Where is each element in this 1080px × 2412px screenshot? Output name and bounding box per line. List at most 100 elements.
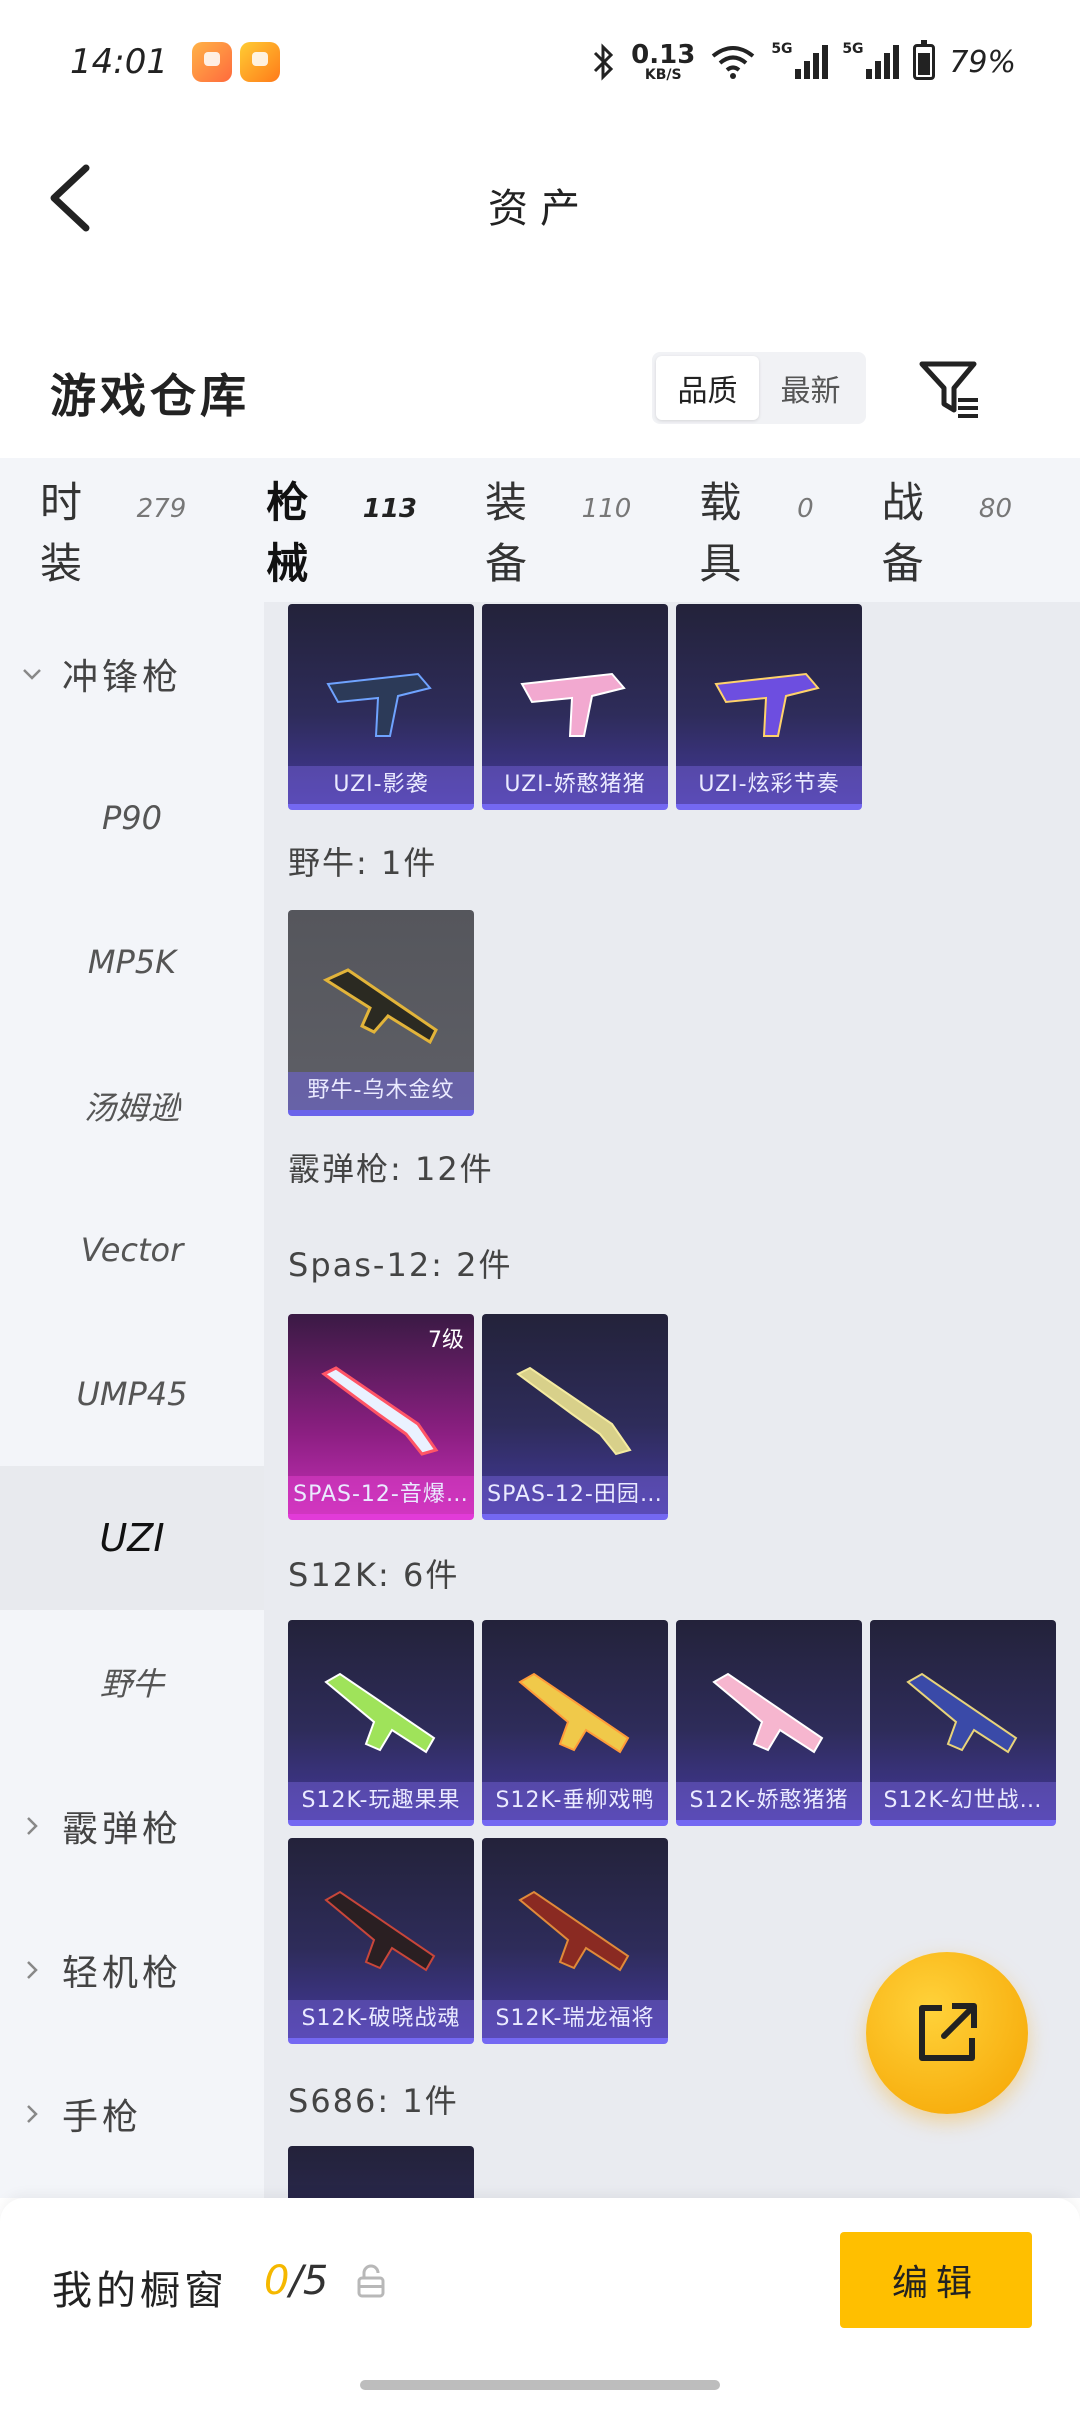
warehouse-header: 游戏仓库 品质 最新 xyxy=(0,320,1080,450)
bluetooth-icon xyxy=(594,43,614,81)
weapon-name: SPAS-12-音爆… xyxy=(288,1476,474,1514)
weapon-name: SPAS-12-田园… xyxy=(482,1476,668,1514)
weapon-name: 野牛-乌木金纹 xyxy=(288,1072,474,1110)
weapon-name: S12K-幻世战… xyxy=(870,1782,1056,1820)
smg-icon xyxy=(714,672,820,737)
sidebar-group-pistol[interactable]: 手枪 xyxy=(0,2042,264,2186)
sidebar-item-label: 轻机枪 xyxy=(62,1953,183,1994)
tab-count: 113 xyxy=(362,494,418,524)
tab-count: 110 xyxy=(581,494,632,524)
page-title: 资产 xyxy=(488,186,592,232)
battery-percent: 79% xyxy=(949,44,1016,80)
tab-fashion[interactable]: 时装 279 xyxy=(40,469,186,591)
sidebar-item-vector[interactable]: Vector xyxy=(0,1178,264,1322)
game-app-icon xyxy=(239,42,280,82)
sidebar-item-bison[interactable]: 野牛 xyxy=(0,1610,264,1754)
chevron-down-icon xyxy=(23,669,41,680)
weapon-card[interactable]: S12K-娇憨猪猪 xyxy=(676,1620,862,1826)
shotgun-icon xyxy=(516,1366,632,1456)
weapon-card[interactable]: UZI-娇憨猪猪 xyxy=(482,604,668,810)
sidebar-item-label: MP5K xyxy=(87,943,177,981)
rifle-icon xyxy=(712,1672,824,1754)
weapon-card[interactable]: SPAS-12-田园… xyxy=(482,1314,668,1520)
weapon-card[interactable]: S12K-玩趣果果 xyxy=(288,1620,474,1826)
tab-equipment[interactable]: 装备 110 xyxy=(485,469,631,591)
weapon-card[interactable]: S12K-瑞龙福将 xyxy=(482,1838,668,2044)
rifle-icon xyxy=(518,1890,630,1972)
section-label-s12k: S12K: 6件 xyxy=(288,1556,460,1594)
nav-header: 资产 xyxy=(0,124,1080,274)
sort-toggle: 品质 最新 xyxy=(652,352,866,424)
weapon-name: UZI-影袭 xyxy=(288,766,474,804)
tab-label: 装备 xyxy=(485,478,534,588)
signal-icon: 5G xyxy=(771,41,829,79)
sidebar-item-mp5k[interactable]: MP5K xyxy=(0,890,264,1034)
sidebar-item-label: Vector xyxy=(80,1231,184,1269)
tab-supplies[interactable]: 战备 80 xyxy=(882,469,1012,591)
showcase-total: /5 xyxy=(289,2258,329,2304)
status-time: 14:01 xyxy=(70,42,168,82)
tab-label: 枪械 xyxy=(266,478,315,588)
sidebar-item-p90[interactable]: P90 xyxy=(0,746,264,890)
sidebar-item-thompson[interactable]: 汤姆逊 xyxy=(0,1034,264,1178)
weapon-name: UZI-炫彩节奏 xyxy=(676,766,862,804)
weapon-card[interactable] xyxy=(288,2146,474,2198)
showcase-current: 0 xyxy=(264,2258,290,2304)
chevron-right-icon xyxy=(27,2105,38,2123)
status-icons: 0.13 KB/S 5G 5G 79% xyxy=(591,40,1016,83)
signal-label-2: 5G xyxy=(842,41,864,57)
signal-label: 5G xyxy=(771,41,793,57)
weapon-name: S12K-破晓战魂 xyxy=(288,2000,474,2038)
weapon-card[interactable]: 野牛-乌木金纹 xyxy=(288,910,474,1116)
weapon-card[interactable]: UZI-炫彩节奏 xyxy=(676,604,862,810)
status-bar: 14:01 0.13 KB/S 5G 5G 79% xyxy=(0,0,1080,124)
showcase-title: 我的橱窗 xyxy=(52,2268,228,2314)
section-label-bison: 野牛: 1件 xyxy=(288,844,438,882)
sort-quality-button[interactable]: 品质 xyxy=(656,356,759,420)
sidebar-item-ump45[interactable]: UMP45 xyxy=(0,1322,264,1466)
weapon-name: S12K-玩趣果果 xyxy=(288,1782,474,1820)
showcase-count: 0/5 xyxy=(264,2258,328,2304)
smg-icon xyxy=(520,672,626,737)
chevron-right-icon xyxy=(27,1817,38,1835)
tab-vehicles[interactable]: 载具 0 xyxy=(699,469,813,591)
net-speed-unit: KB/S xyxy=(644,67,682,83)
weapon-card[interactable]: S12K-破晓战魂 xyxy=(288,1838,474,2044)
rifle-icon xyxy=(324,1672,436,1754)
smg-icon xyxy=(326,672,432,737)
share-button[interactable] xyxy=(866,1952,1028,2114)
weapon-level: 7级 xyxy=(428,1328,464,1353)
sidebar-group-lmg[interactable]: 轻机枪 xyxy=(0,1898,264,2042)
tab-guns[interactable]: 枪械 113 xyxy=(266,469,418,627)
sidebar-item-label: UZI xyxy=(99,1516,165,1560)
home-indicator[interactable] xyxy=(360,2380,720,2390)
signal-icon-2: 5G xyxy=(842,41,900,79)
weapon-card[interactable]: S12K-垂柳戏鸭 xyxy=(482,1620,668,1826)
warehouse-title: 游戏仓库 xyxy=(50,369,250,423)
weapon-name: S12K-垂柳戏鸭 xyxy=(482,1782,668,1820)
sidebar-item-label: 汤姆逊 xyxy=(83,1089,180,1127)
weapon-card[interactable]: UZI-影袭 xyxy=(288,604,474,810)
sidebar-item-label: 霰弹枪 xyxy=(62,1809,183,1850)
filter-icon[interactable] xyxy=(918,358,982,422)
shotgun-icon xyxy=(321,1366,439,1456)
sidebar-group-smg[interactable]: 冲锋枪 xyxy=(0,602,264,746)
weapon-name: UZI-娇憨猪猪 xyxy=(482,766,668,804)
tab-count: 0 xyxy=(797,494,814,524)
tab-label: 战备 xyxy=(881,478,930,588)
section-label-shotgun: 霰弹枪: 12件 xyxy=(288,1150,494,1188)
weapon-card[interactable]: 7级 SPAS-12-音爆… xyxy=(288,1314,474,1520)
wifi-icon xyxy=(712,46,755,79)
sidebar-item-uzi[interactable]: UZI xyxy=(0,1466,264,1610)
rifle-icon xyxy=(324,1890,436,1972)
sidebar-item-label: UMP45 xyxy=(76,1375,188,1413)
section-label-s686: S686: 1件 xyxy=(288,2082,459,2120)
sidebar-group-shotgun[interactable]: 霰弹枪 xyxy=(0,1754,264,1898)
edit-button[interactable]: 编辑 xyxy=(840,2232,1032,2328)
tab-count: 279 xyxy=(136,494,187,524)
weapon-card[interactable]: S12K-幻世战… xyxy=(870,1620,1056,1826)
battery-icon xyxy=(913,40,936,80)
sidebar-item-label: 冲锋枪 xyxy=(62,657,183,698)
lock-icon xyxy=(357,2264,385,2298)
sort-newest-button[interactable]: 最新 xyxy=(759,356,862,420)
